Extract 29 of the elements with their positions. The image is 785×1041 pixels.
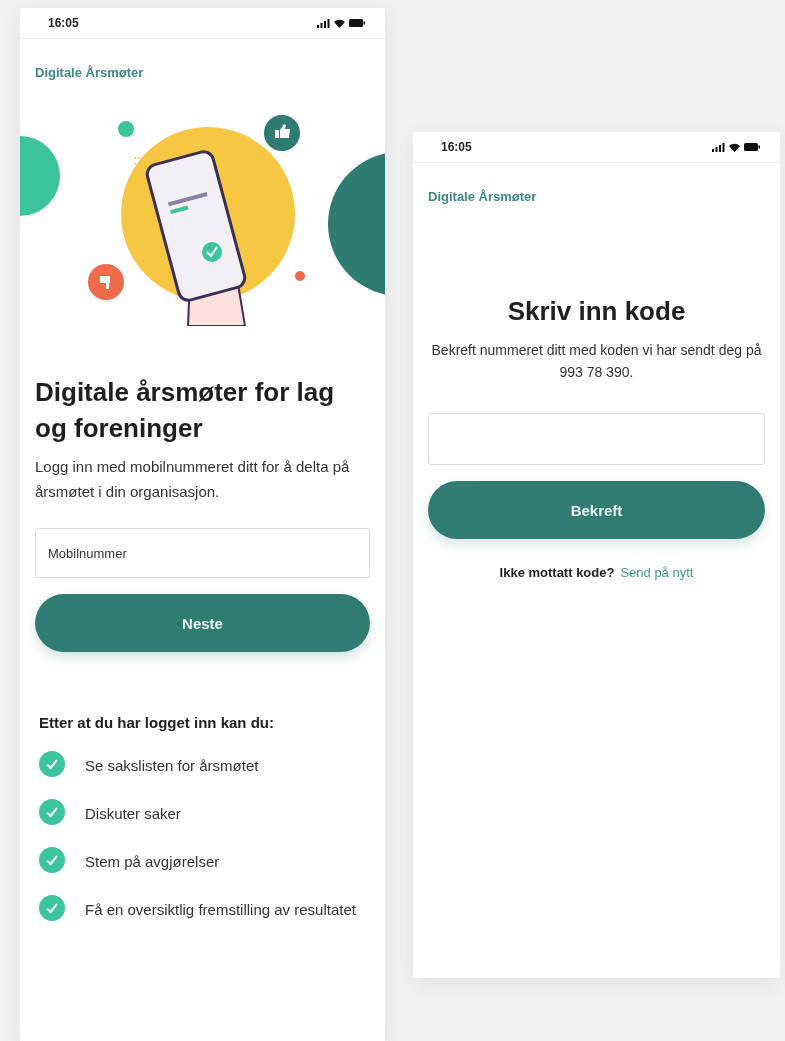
intro-text: Logg inn med mobilnummeret ditt for å delta på årsmøtet i din organisasjon. — [35, 457, 351, 502]
resend-prompt: Ikke mottatt kode? — [499, 565, 615, 580]
confirm-button[interactable]: Bekreft — [428, 481, 765, 539]
next-button[interactable]: Neste — [35, 594, 370, 652]
benefit-text: Diskuter saker — [85, 804, 181, 824]
status-time: 16:05 — [441, 140, 472, 154]
signal-icon — [712, 142, 725, 152]
page-heading: Skriv inn kode — [506, 296, 687, 327]
code-field[interactable] — [428, 413, 765, 465]
wifi-icon — [729, 142, 740, 152]
benefits-title: Etter at du har logget inn kan du: — [39, 714, 275, 731]
check-icon — [39, 799, 65, 825]
benefit-text: Få en oversiktlig fremstilling av resultatet — [85, 900, 356, 920]
check-icon — [39, 847, 65, 873]
check-icon — [39, 751, 65, 777]
benefit-text: Stem på avgjørelser — [85, 852, 220, 872]
page-heading: Digitale årsmøter for lag og foreninger — [35, 376, 336, 445]
wifi-icon — [334, 18, 345, 28]
status-time: 16:05 — [48, 16, 79, 30]
resend-link[interactable]: Send på nytt — [620, 565, 694, 580]
app-brand: Digitale Årsmøter — [427, 188, 538, 204]
app-brand: Digitale Årsmøter — [34, 64, 145, 80]
benefit-text: Se sakslisten for årsmøtet — [85, 756, 259, 776]
signal-icon — [317, 18, 330, 28]
intro-text: Bekreft nummeret ditt med koden vi har sendt deg på 993 78 390. — [430, 341, 763, 382]
check-icon — [39, 895, 65, 921]
battery-icon — [349, 19, 365, 27]
phone-number-field[interactable]: Mobilnummer — [35, 528, 370, 578]
battery-icon — [744, 143, 760, 151]
